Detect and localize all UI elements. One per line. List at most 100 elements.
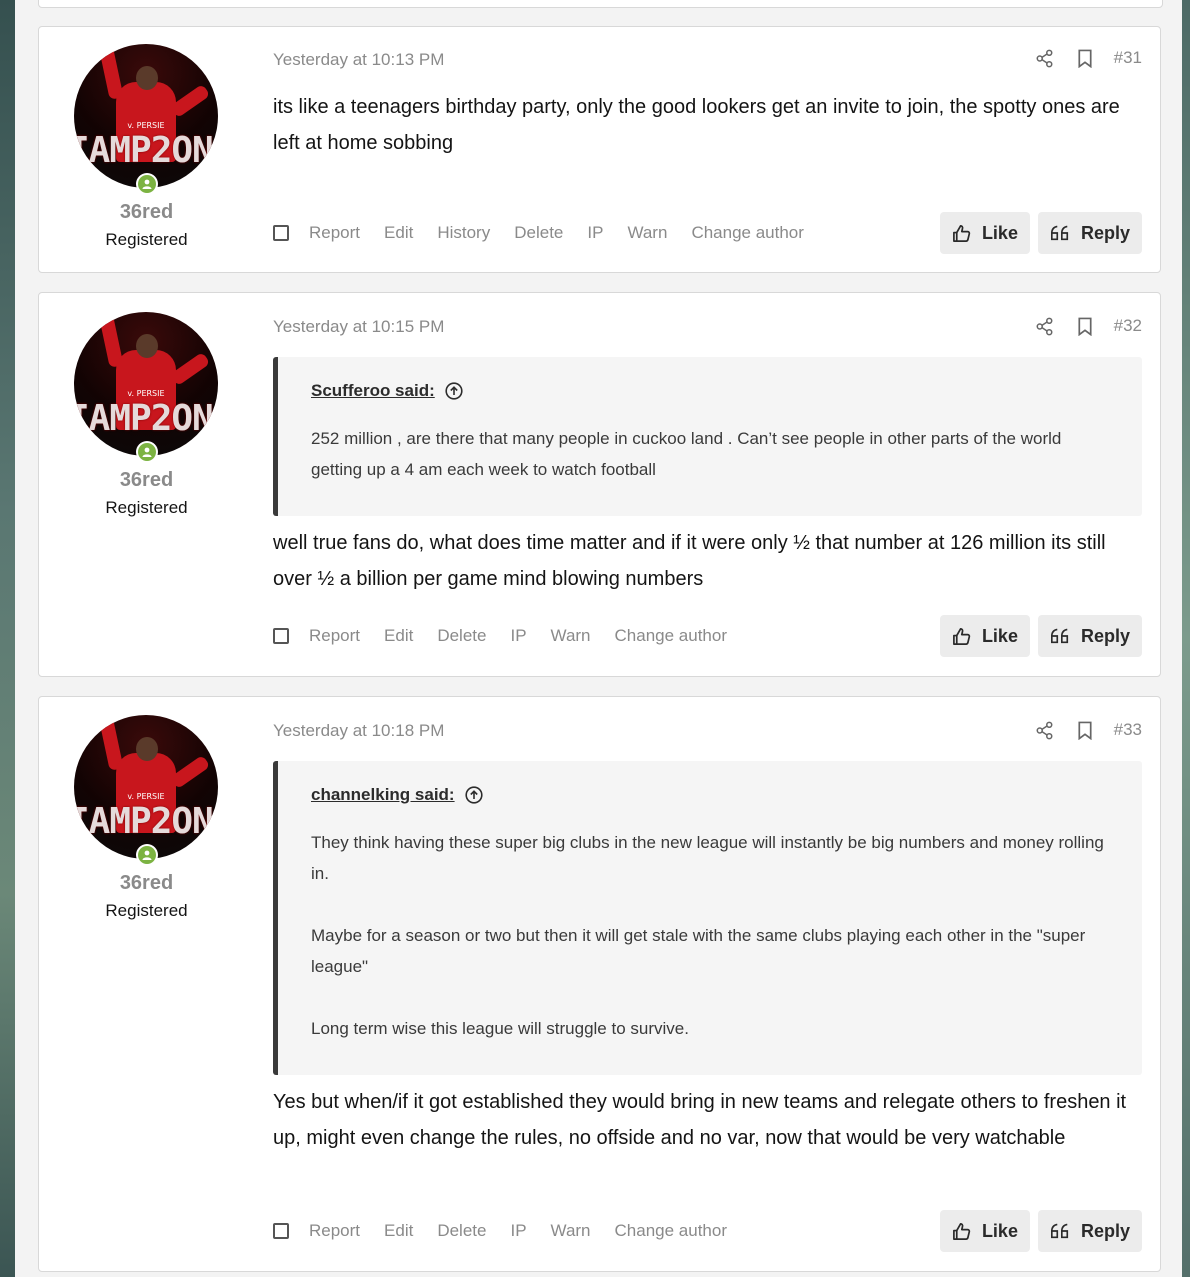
- avatar-caption-big: IAMP2ONS: [74, 130, 218, 171]
- like-label: Like: [981, 625, 1018, 646]
- like-button[interactable]: Like: [939, 1210, 1030, 1252]
- post-timestamp[interactable]: Yesterday at 10:15 PM: [273, 317, 444, 337]
- post-tools: #31: [1034, 47, 1142, 69]
- avatar[interactable]: v. PERSIE IAMP2ONS: [74, 715, 218, 859]
- report-link[interactable]: Report: [309, 626, 360, 646]
- post-tools: #32: [1034, 315, 1142, 337]
- report-link[interactable]: Report: [309, 223, 360, 243]
- history-link[interactable]: History: [437, 223, 490, 243]
- quote-paragraph: They think having these super big clubs …: [311, 833, 1104, 883]
- edit-link[interactable]: Edit: [384, 626, 413, 646]
- username[interactable]: 36red: [39, 201, 254, 224]
- previous-post-edge: [38, 0, 1163, 8]
- delete-link[interactable]: Delete: [437, 626, 486, 646]
- thumbs-up-icon: [952, 224, 971, 242]
- user-title: Registered: [105, 498, 188, 517]
- post-buttons: Like Reply: [939, 1210, 1142, 1252]
- reply-button[interactable]: Reply: [1037, 615, 1142, 657]
- quote-paragraph: Maybe for a season or two but then it wi…: [311, 926, 1086, 976]
- like-label: Like: [981, 222, 1018, 243]
- select-checkbox[interactable]: [273, 225, 289, 241]
- post-33: v. PERSIE IAMP2ONS 36red Registered Yest…: [38, 696, 1161, 1272]
- share-icon[interactable]: [1034, 719, 1056, 741]
- post-number[interactable]: #31: [1114, 48, 1142, 68]
- quote-paragraph: Long term wise this league will struggle…: [311, 1019, 689, 1038]
- quote-icon: [1050, 225, 1069, 241]
- warn-link[interactable]: Warn: [551, 626, 591, 646]
- quote-icon: [1050, 628, 1069, 644]
- select-checkbox[interactable]: [273, 1223, 289, 1239]
- post-actions: Report Edit Delete IP Warn Change author: [273, 1221, 751, 1241]
- quote-header: channelking said:: [311, 785, 1110, 805]
- avatar-caption-big: IAMP2ONS: [74, 801, 218, 842]
- user-online-icon: [136, 844, 158, 866]
- change-author-link[interactable]: Change author: [615, 626, 727, 646]
- delete-link[interactable]: Delete: [437, 1221, 486, 1241]
- post-number[interactable]: #32: [1114, 316, 1142, 336]
- reply-label: Reply: [1080, 1220, 1130, 1241]
- username[interactable]: 36red: [39, 872, 254, 895]
- quote-paragraph: 252 million , are there that many people…: [311, 429, 1062, 479]
- user-online-icon: [136, 441, 158, 463]
- avatar[interactable]: v. PERSIE IAMP2ONS: [74, 44, 218, 188]
- post-number[interactable]: #33: [1114, 720, 1142, 740]
- quote-author-link[interactable]: channelking said:: [311, 785, 455, 805]
- change-author-link[interactable]: Change author: [615, 1221, 727, 1241]
- reply-button[interactable]: Reply: [1037, 1210, 1142, 1252]
- bookmark-icon[interactable]: [1074, 315, 1096, 337]
- post-actions: Report Edit Delete IP Warn Change author: [273, 626, 751, 646]
- share-icon[interactable]: [1034, 47, 1056, 69]
- quote-text: 252 million , are there that many people…: [311, 423, 1110, 485]
- post-32: v. PERSIE IAMP2ONS 36red Registered Yest…: [38, 292, 1161, 677]
- post-tools: #33: [1034, 719, 1142, 741]
- quote-icon: [1050, 1223, 1069, 1239]
- ip-link[interactable]: IP: [510, 1221, 526, 1241]
- post-buttons: Like Reply: [939, 615, 1142, 657]
- quote-block: Scufferoo said: 252 million , are there …: [273, 357, 1142, 516]
- background-edge: [1182, 0, 1190, 1277]
- edit-link[interactable]: Edit: [384, 223, 413, 243]
- thumbs-up-icon: [952, 627, 971, 645]
- reply-button[interactable]: Reply: [1037, 212, 1142, 254]
- like-label: Like: [981, 1220, 1018, 1241]
- reply-label: Reply: [1080, 625, 1130, 646]
- post-body: Yes but when/if it got established they …: [273, 1091, 1127, 1149]
- user-title: Registered: [105, 901, 188, 920]
- avatar-caption-small: v. PERSIE: [127, 389, 165, 398]
- post-31: v. PERSIE IAMP2ONS 36red Registered Yest…: [38, 26, 1161, 273]
- reply-label: Reply: [1080, 222, 1130, 243]
- like-button[interactable]: Like: [939, 615, 1030, 657]
- select-checkbox[interactable]: [273, 628, 289, 644]
- user-online-icon: [136, 173, 158, 195]
- quote-block: channelking said: They think having thes…: [273, 761, 1142, 1075]
- bookmark-icon[interactable]: [1074, 47, 1096, 69]
- report-link[interactable]: Report: [309, 1221, 360, 1241]
- warn-link[interactable]: Warn: [627, 223, 667, 243]
- quote-header: Scufferoo said:: [311, 381, 1110, 401]
- thumbs-up-icon: [952, 1222, 971, 1240]
- post-timestamp[interactable]: Yesterday at 10:18 PM: [273, 721, 444, 741]
- warn-link[interactable]: Warn: [551, 1221, 591, 1241]
- avatar-caption-small: v. PERSIE: [127, 792, 165, 801]
- quote-author-link[interactable]: Scufferoo said:: [311, 381, 435, 401]
- ip-link[interactable]: IP: [587, 223, 603, 243]
- avatar-caption-big: IAMP2ONS: [74, 398, 218, 439]
- quote-text: They think having these super big clubs …: [311, 827, 1110, 1044]
- post-body: its like a teenagers birthday party, onl…: [273, 96, 1120, 154]
- user-title: Registered: [105, 230, 188, 249]
- avatar[interactable]: v. PERSIE IAMP2ONS: [74, 312, 218, 456]
- bookmark-icon[interactable]: [1074, 719, 1096, 741]
- like-button[interactable]: Like: [939, 212, 1030, 254]
- ip-link[interactable]: IP: [510, 626, 526, 646]
- edit-link[interactable]: Edit: [384, 1221, 413, 1241]
- share-icon[interactable]: [1034, 315, 1056, 337]
- post-timestamp[interactable]: Yesterday at 10:13 PM: [273, 50, 444, 70]
- arrow-up-circle-icon[interactable]: [464, 786, 483, 804]
- change-author-link[interactable]: Change author: [691, 223, 803, 243]
- post-body: well true fans do, what does time matter…: [273, 532, 1106, 590]
- delete-link[interactable]: Delete: [514, 223, 563, 243]
- arrow-up-circle-icon[interactable]: [445, 382, 463, 400]
- post-buttons: Like Reply: [939, 212, 1142, 254]
- username[interactable]: 36red: [39, 469, 254, 492]
- post-actions: Report Edit History Delete IP Warn Chang…: [273, 223, 828, 243]
